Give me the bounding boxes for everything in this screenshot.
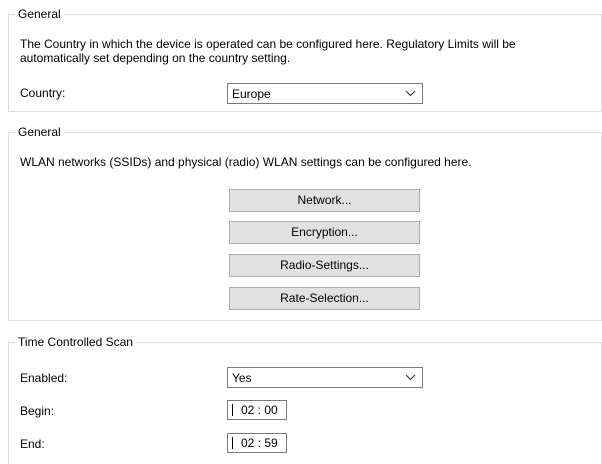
enabled-select[interactable]: Yes	[227, 367, 423, 388]
begin-time-value: 02 : 00	[241, 403, 278, 417]
encryption-button[interactable]: Encryption...	[229, 221, 420, 244]
end-label: End:	[20, 437, 45, 451]
end-time-input[interactable]: 02 : 59	[227, 433, 287, 453]
country-general-legend: General	[15, 7, 64, 22]
country-description-line2: automatically set depending on the count…	[20, 51, 291, 65]
begin-label: Begin:	[20, 404, 55, 418]
country-select[interactable]: Europe	[227, 83, 423, 104]
enabled-label: Enabled:	[20, 371, 68, 385]
country-description-line1: The Country in which the device is opera…	[20, 37, 516, 51]
country-select-value: Europe	[232, 87, 271, 101]
wlan-description: WLAN networks (SSIDs) and physical (radi…	[20, 155, 472, 169]
chevron-down-icon	[405, 90, 416, 97]
enabled-select-value: Yes	[232, 371, 252, 385]
time-controlled-scan-legend: Time Controlled Scan	[15, 335, 136, 350]
begin-time-input[interactable]: 02 : 00	[227, 400, 287, 420]
end-time-value: 02 : 59	[241, 436, 278, 450]
radio-settings-button[interactable]: Radio-Settings...	[229, 254, 420, 277]
country-label: Country:	[20, 86, 66, 100]
time-controlled-scan-group: Time Controlled Scan	[8, 335, 602, 464]
wlan-general-legend: General	[15, 125, 64, 140]
rate-selection-button[interactable]: Rate-Selection...	[229, 287, 420, 310]
text-caret	[232, 404, 233, 416]
chevron-down-icon	[405, 374, 416, 381]
text-caret	[232, 437, 233, 449]
network-button[interactable]: Network...	[229, 189, 420, 212]
